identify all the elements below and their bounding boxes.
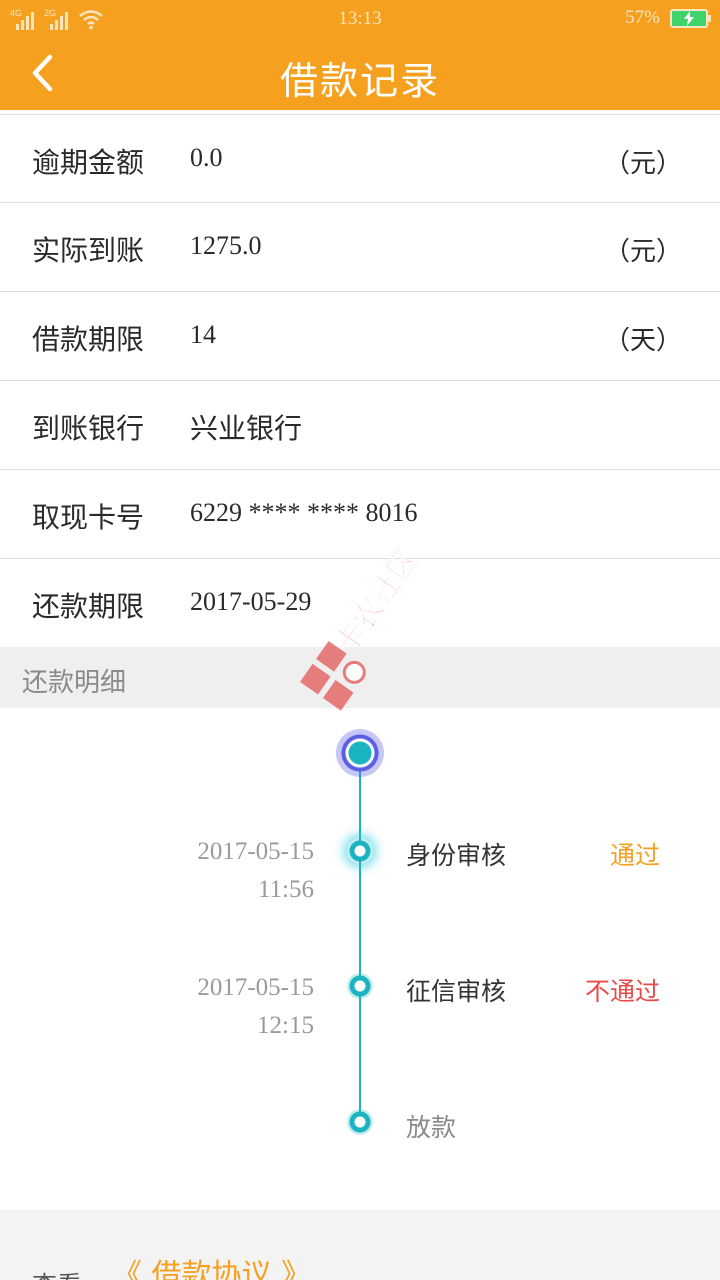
timeline-step-credit: 征信审核: [406, 977, 507, 1006]
info-value: 6229 **** **** 8016: [190, 498, 418, 527]
info-unit: （天）: [603, 326, 682, 356]
loan-agreement-link[interactable]: 《 借款协议 》: [112, 1250, 311, 1280]
info-label: 到账银行: [32, 412, 145, 445]
info-label: 实际到账: [32, 234, 145, 267]
timeline-line: [359, 752, 361, 1122]
loan-info-list: 逾期金额 0.0 （元） 实际到账 1275.0 （元） 借款期限 14 （天）…: [0, 114, 720, 648]
info-label: 逾期金额: [32, 146, 145, 179]
info-value: 0.0: [190, 143, 223, 172]
timeline-dot-icon: [347, 1109, 373, 1135]
status-time: 13:13: [338, 8, 382, 29]
timeline-date-time: 12:15: [257, 1012, 314, 1039]
battery-icon: [670, 8, 711, 28]
timeline-step-disbursement: 放款: [406, 1113, 457, 1142]
info-label: 取现卡号: [32, 501, 145, 534]
timeline-result-pass: 通过: [609, 841, 660, 870]
timeline-step-identity: 身份审核: [406, 841, 507, 870]
info-value: 兴业银行: [190, 412, 303, 445]
timeline-date: 2017-05-15 11:56: [197, 833, 314, 909]
status-right: 57%: [625, 7, 711, 29]
status-bar: 4G 2G 13:13 57%: [0, 0, 720, 36]
timeline-dot-icon: [347, 973, 373, 999]
info-unit: （元）: [603, 237, 682, 267]
info-row-actual-received: 实际到账 1275.0 （元）: [0, 203, 720, 292]
info-label: 借款期限: [32, 323, 145, 356]
section-title: 还款明细: [22, 668, 127, 698]
info-row-bank: 到账银行 兴业银行: [0, 381, 720, 470]
info-value: 2017-05-29: [190, 587, 312, 616]
info-value: 1275.0: [190, 231, 262, 260]
agreement-area: 查看 《 借款协议 》: [0, 1210, 720, 1280]
timeline-date-day: 2017-05-15: [197, 838, 314, 865]
review-timeline: 2017-05-15 11:56 身份审核 通过 2017-05-15 12:1…: [0, 708, 720, 1210]
repayment-detail-header: 还款明细: [0, 647, 720, 708]
info-unit: （元）: [603, 149, 682, 179]
timeline-date-day: 2017-05-15: [197, 974, 314, 1001]
timeline-result-fail: 不通过: [584, 977, 660, 1006]
info-label: 还款期限: [32, 590, 145, 623]
info-row-card-number: 取现卡号 6229 **** **** 8016: [0, 470, 720, 559]
info-row-repay-deadline: 还款期限 2017-05-29: [0, 559, 720, 648]
page-title: 借款记录: [279, 59, 440, 103]
timeline-start-dot-icon: [336, 729, 384, 777]
info-row-overdue-amount: 逾期金额 0.0 （元）: [0, 114, 720, 203]
battery-percent: 57%: [625, 7, 660, 28]
timeline-date: 2017-05-15 12:15: [197, 969, 314, 1045]
info-value: 14: [190, 320, 216, 349]
timeline-dot-icon: [347, 838, 373, 864]
nav-bar: 借款记录: [0, 36, 720, 110]
info-row-loan-term: 借款期限 14 （天）: [0, 292, 720, 381]
timeline-date-time: 11:56: [257, 876, 314, 903]
view-label: 查看: [32, 1266, 82, 1280]
